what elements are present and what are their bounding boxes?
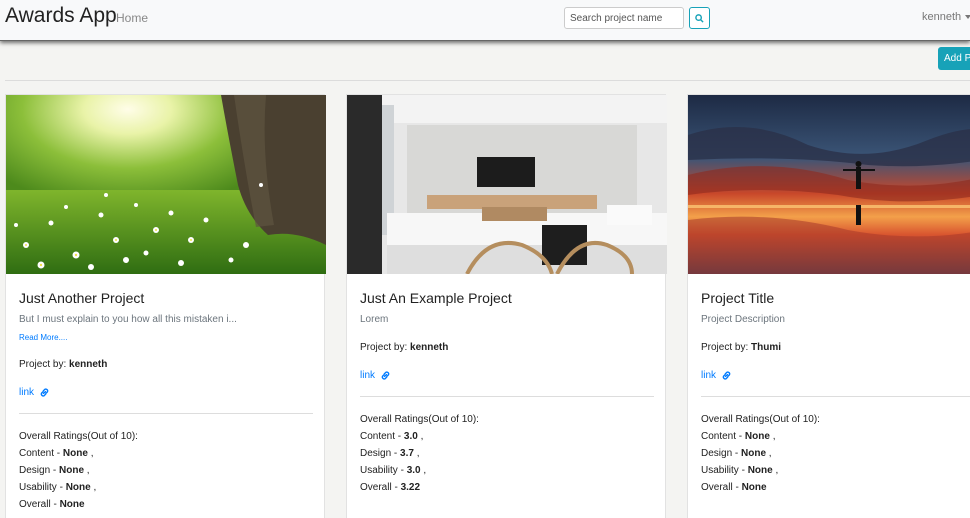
user-name: kenneth [922, 11, 962, 23]
project-image-sunset[interactable] [688, 95, 970, 274]
project-by-label: Project by: [19, 359, 67, 370]
ratings-heading: Overall Ratings(Out of 10): [19, 431, 138, 442]
ratings-heading: Overall Ratings(Out of 10): [360, 414, 479, 425]
search-icon [695, 13, 704, 23]
usability-rating: Usability - None , [701, 465, 779, 476]
link-icon [381, 371, 390, 380]
divider [701, 396, 970, 397]
project-author: Project by: Thumi [701, 342, 781, 353]
ratings-block: Overall Ratings(Out of 10): Content - 3.… [360, 411, 479, 496]
overall-rating: Overall - 3.22 [360, 482, 421, 493]
link-icon [722, 371, 731, 380]
overall-rating: Overall - None [19, 499, 85, 510]
usability-rating: Usability - None , [19, 482, 97, 493]
search-input[interactable] [564, 7, 684, 29]
content-rating: Content - 3.0 , [360, 431, 424, 442]
divider [360, 396, 654, 397]
author-name[interactable]: kenneth [410, 342, 448, 353]
ratings-block: Overall Ratings(Out of 10): Content - No… [19, 428, 138, 513]
usability-rating: Usability - 3.0 , [360, 465, 427, 476]
project-author: Project by: kenneth [19, 359, 107, 370]
project-title[interactable]: Just Another Project [19, 290, 144, 306]
project-by-label: Project by: [360, 342, 408, 353]
project-title[interactable]: Just An Example Project [360, 290, 512, 306]
project-link[interactable]: link [19, 387, 50, 398]
ratings-heading: Overall Ratings(Out of 10): [701, 414, 820, 425]
project-link[interactable]: link [360, 370, 391, 381]
author-name[interactable]: kenneth [69, 359, 107, 370]
project-by-label: Project by: [701, 342, 749, 353]
project-card: Just An Example Project Lorem Project by… [346, 94, 667, 518]
project-image-living-room[interactable] [347, 95, 667, 274]
project-image-meadow[interactable] [6, 95, 326, 274]
divider [19, 413, 313, 414]
design-rating: Design - None , [701, 448, 772, 459]
link-label: link [701, 370, 717, 381]
project-description: Lorem [360, 314, 389, 325]
author-name[interactable]: Thumi [751, 342, 781, 353]
chevron-down-icon [965, 15, 970, 20]
search-button[interactable] [689, 7, 710, 29]
read-more-link[interactable]: Read More.... [19, 333, 67, 342]
link-label: link [19, 387, 35, 398]
link-label: link [360, 370, 376, 381]
project-card: Just Another Project But I must explain … [5, 94, 326, 518]
link-icon [40, 388, 49, 397]
project-link[interactable]: link [701, 370, 732, 381]
user-menu-dropdown[interactable]: kenneth [922, 11, 970, 23]
project-card: Project Title Project Description Projec… [687, 94, 970, 518]
brand-logo[interactable]: Awards App [5, 4, 117, 28]
nav-home-link[interactable]: Home [116, 11, 148, 25]
add-project-button[interactable]: Add Project [938, 47, 970, 70]
project-description: Project Description [701, 314, 785, 325]
design-rating: Design - 3.7 , [360, 448, 420, 459]
divider [5, 80, 970, 81]
project-title[interactable]: Project Title [701, 290, 774, 306]
project-description: But I must explain to you how all this m… [19, 314, 237, 325]
content-rating: Content - None , [19, 448, 94, 459]
ratings-block: Overall Ratings(Out of 10): Content - No… [701, 411, 820, 496]
content-rating: Content - None , [701, 431, 776, 442]
project-author: Project by: kenneth [360, 342, 448, 353]
design-rating: Design - None , [19, 465, 90, 476]
overall-rating: Overall - None [701, 482, 767, 493]
navbar: Awards App Home kenneth [0, 0, 970, 41]
